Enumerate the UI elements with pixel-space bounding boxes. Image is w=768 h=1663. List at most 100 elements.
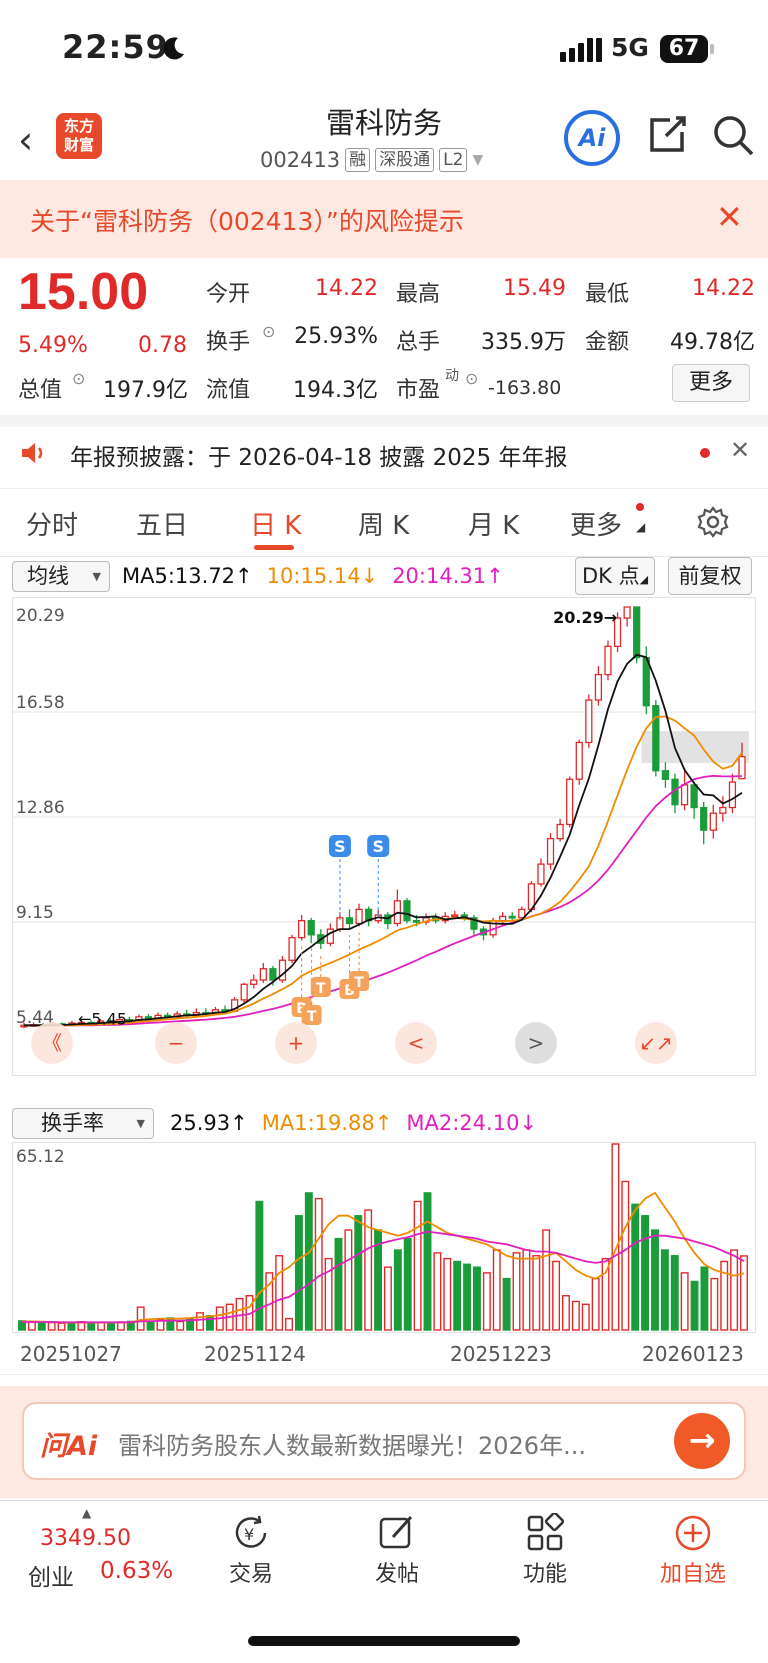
turnover-bar [512,1252,521,1331]
ma-legend: MA5:13.72↑ 10:15.14↓ 20:14.31↑ [122,564,504,588]
corner-triangle-icon: ◢ [639,573,649,586]
tab-monthly-k[interactable]: 月 K [468,505,519,542]
open-value: 14.22 [315,276,378,301]
kline-chart[interactable]: 20.2916.5812.869.155.4420.29→←5.45SSBTTB… [12,597,756,1102]
turnover-bar [591,1277,600,1331]
nav-functions[interactable]: 功能 [490,1510,600,1588]
turnover-bar [205,1315,214,1331]
y-tick-label: 9.15 [16,903,54,923]
ai-button[interactable]: Ai [564,110,620,166]
dropdown-caret-icon: ▼ [472,152,484,168]
status-bar: 22:59 5G 67 [0,0,768,100]
chart-control-button[interactable]: ↙↗ [635,1022,677,1064]
turnover-value: 25.93% [294,324,378,349]
nav-trade-label: 交易 [228,1562,273,1587]
tab-daily-k[interactable]: 日 K [250,505,301,542]
risk-banner-text[interactable]: 关于“雷科防务（002413）”的风险提示 [30,202,464,238]
ma10-line [24,715,743,1027]
ma20-legend: 20:14.31↑ [392,564,504,588]
dk-point-button[interactable]: DK 点◢ [575,557,655,595]
index-value[interactable]: 3349.50 [40,1526,131,1551]
turnover-bar [275,1255,284,1331]
tab-five-day[interactable]: 五日 [136,505,188,542]
chart-control-label: − [168,1031,185,1055]
turnover-select[interactable]: 换手率 ▼ [12,1108,154,1139]
chart-control-button[interactable]: − [155,1022,197,1064]
high-value: 15.49 [503,276,566,301]
open-label: 今开 [206,282,251,307]
close-icon[interactable]: ✕ [730,436,750,464]
y-tick-label: 20.29 [16,606,65,626]
turnover-bar [611,1143,620,1331]
index-name[interactable]: 创业 [28,1558,74,1592]
amount-label: 金额 [585,330,630,355]
indicator-select-label: 均线 [27,564,69,588]
candle-body [594,673,603,701]
turnover-bar [57,1322,66,1331]
chart-control-label: 《 [42,1031,62,1055]
market-cap-label: 总值 [18,378,63,403]
candle-body [566,778,574,826]
index-percent[interactable]: 0.63% [100,1558,173,1584]
pe-dynamic-superscript: 动 [445,368,459,384]
indicator-select[interactable]: 均线 ▼ [12,561,110,592]
notice-text[interactable]: 年报预披露：于 2026-04-18 披露 2025 年年报 [70,438,567,472]
candle-body [412,920,421,923]
volume-value: 335.9万 [481,330,566,355]
turnover-value-legend: 25.93↑ [170,1111,248,1135]
nav-add-watchlist[interactable]: 加自选 [638,1510,748,1588]
low-label: 最低 [585,282,630,307]
ask-ai-text[interactable]: 雷科防务股东人数最新数据曝光！2026年... [118,1426,658,1461]
grid-icon [490,1510,600,1556]
stock-code-row[interactable]: 002413 融 深股通 L2 ▼ [260,148,483,172]
tab-more[interactable]: 更多 [570,505,622,542]
nav-functions-label: 功能 [522,1562,567,1587]
chart-control-button[interactable]: 《 [31,1022,73,1064]
chart-control-label: + [288,1031,305,1055]
turnover-bar [433,1252,442,1331]
speaker-icon [22,443,43,463]
turnover-chart[interactable]: 65.12 [12,1142,756,1338]
candle-body [345,917,354,925]
tab-weekly-k[interactable]: 周 K [358,505,409,542]
candle-body [451,914,459,918]
chart-control-button[interactable]: > [515,1022,557,1064]
info-icon[interactable]: ⊙ [72,369,85,388]
chart-control-label: ↙↗ [639,1031,673,1055]
tab-intraday[interactable]: 分时 [26,505,78,542]
candle-body [240,983,248,1001]
chart-control-button[interactable]: + [275,1022,317,1064]
search-icon[interactable] [712,114,756,158]
turnover-bar [730,1249,739,1331]
y-tick-label: 65.12 [16,1147,65,1167]
low-value: 14.22 [692,276,755,301]
turnover-bar [660,1249,669,1331]
turnover-bar [571,1300,580,1331]
candle-body [537,863,545,885]
chart-control-button[interactable]: < [395,1022,437,1064]
candle-body [585,699,593,744]
turnover-bar [542,1229,551,1331]
turnover-bar [443,1257,452,1331]
share-icon[interactable] [646,114,688,156]
turnover-bar [403,1237,412,1331]
settings-gear-icon[interactable] [696,505,730,539]
adjust-price-button[interactable]: 前复权 [668,557,752,595]
turnover-bar [631,1203,640,1331]
more-button[interactable]: 更多 [672,364,750,402]
close-icon[interactable]: ✕ [716,198,743,236]
nav-post[interactable]: 发帖 [342,1510,452,1588]
turnover-select-label: 换手率 [41,1111,104,1135]
turnover-bar [423,1192,432,1331]
turnover-legend: 25.93↑ MA1:19.88↑ MA2:24.10↓ [170,1111,537,1135]
candle-body [719,806,727,814]
turnover-bar [522,1249,531,1331]
info-icon[interactable]: ⊙ [465,369,478,388]
ma5-legend: MA5:13.72↑ [122,564,253,588]
info-icon[interactable]: ⊙ [262,322,275,341]
turnover-bar [690,1280,699,1331]
nav-trade[interactable]: ¥ 交易 [196,1510,306,1588]
arrow-right-icon[interactable]: → [674,1413,730,1469]
candle-body [307,920,315,936]
level2-tag: L2 [439,148,468,172]
